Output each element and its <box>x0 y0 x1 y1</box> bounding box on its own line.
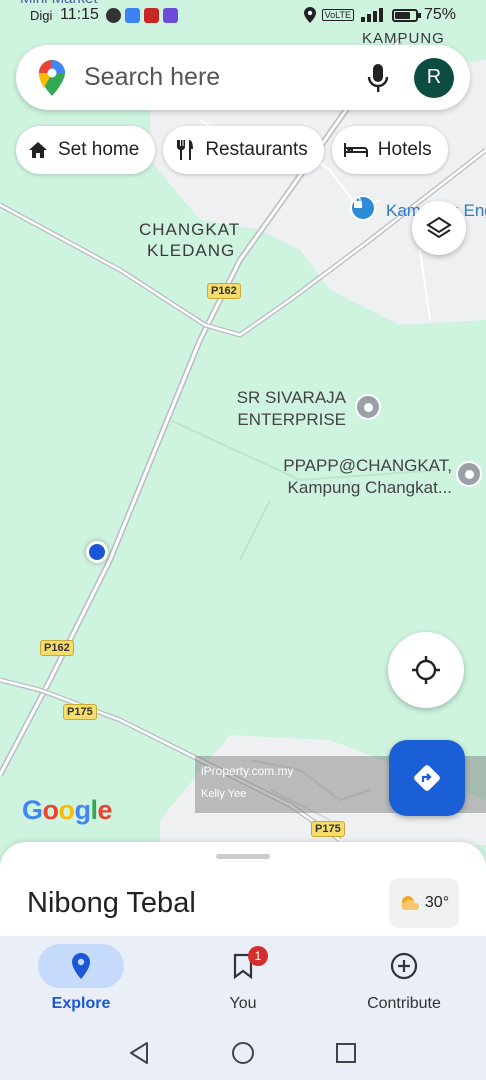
chip-restaurants[interactable]: Restaurants <box>163 126 324 174</box>
hotel-bed-icon <box>343 143 368 157</box>
place-label-changkat: CHANGKAT <box>139 220 241 239</box>
poi-pin-ppapp[interactable] <box>456 461 482 487</box>
battery-percent: 75% <box>423 6 456 23</box>
directions-icon <box>414 765 440 791</box>
microphone-icon[interactable] <box>366 63 390 93</box>
directions-button[interactable] <box>389 740 465 816</box>
layers-icon <box>426 216 452 239</box>
add-circle-icon <box>390 952 418 980</box>
battery-icon <box>391 8 421 22</box>
poi-ppapp-line2: Kampung Changkat... <box>287 478 452 497</box>
nav-explore-pill <box>38 944 124 988</box>
nav-you-pill: 1 <box>200 944 286 988</box>
restaurant-icon <box>177 140 194 160</box>
poi-sivaraja-line1: SR SIVARAJA <box>236 388 346 407</box>
recents-square-icon <box>336 1043 356 1063</box>
status-time: 11:15 <box>60 6 99 23</box>
carrier-name: Digi <box>30 8 53 23</box>
nav-contribute-pill <box>361 944 447 988</box>
my-location-button[interactable] <box>388 632 464 708</box>
poi-pin-sivaraja[interactable] <box>355 394 381 420</box>
weather-chip[interactable]: 30° <box>389 878 459 928</box>
status-right-icons: VoLTE 75% <box>303 6 456 24</box>
nav-explore[interactable]: Explore <box>1 936 161 1026</box>
chip-hotels[interactable]: Hotels <box>331 126 448 174</box>
account-avatar[interactable]: R <box>414 57 454 98</box>
system-navigation-bar <box>0 1026 486 1080</box>
search-bar[interactable]: Search here R <box>16 45 470 110</box>
home-button[interactable] <box>230 1040 256 1066</box>
place-label-kledang: KLEDANG <box>147 241 236 260</box>
place-name: Nibong Tebal <box>27 887 196 919</box>
notification-app-icon <box>144 8 159 23</box>
layers-button[interactable] <box>412 201 466 255</box>
home-circle-icon <box>232 1042 254 1064</box>
chip-set-home[interactable]: Set home <box>16 126 156 174</box>
nav-you[interactable]: 1 You <box>163 936 323 1026</box>
search-input[interactable]: Search here <box>84 63 366 92</box>
back-button[interactable] <box>126 1040 152 1066</box>
watermark-user: Kelly Yee <box>201 788 247 800</box>
nav-contribute[interactable]: Contribute <box>324 936 484 1026</box>
bottom-navigation: Explore 1 You Contribute <box>0 936 486 1026</box>
notification-icons <box>106 8 178 23</box>
notification-shield-icon <box>163 8 178 23</box>
road-shield-p175-left: P175 <box>63 704 97 720</box>
poi-label-sivaraja[interactable]: SR SIVARAJA ENTERPRISE <box>206 387 346 431</box>
poi-label-ppapp[interactable]: PPAPP@CHANGKAT, Kampung Changkat... <box>240 455 452 499</box>
road-shield-p162-bottom: P162 <box>40 640 74 656</box>
road-shield-p175-bottom: P175 <box>311 821 345 837</box>
current-location-dot <box>86 541 108 563</box>
notification-badge: 1 <box>248 946 268 966</box>
category-chips: Set home Restaurants Hotels <box>16 126 448 174</box>
poi-ppapp-line1: PPAPP@CHANGKAT, <box>283 456 452 475</box>
poi-sivaraja-line2: ENTERPRISE <box>237 410 346 429</box>
road-shield-p162-top: P162 <box>207 283 241 299</box>
crosshair-icon <box>412 656 440 684</box>
google-logo: Google <box>22 795 113 825</box>
home-icon <box>29 142 47 158</box>
status-bar: Digi 11:15 VoLTE 75% <box>0 0 486 32</box>
temperature: 30° <box>424 894 450 911</box>
partly-cloudy-icon <box>401 896 419 910</box>
watermark-brand: iProperty.com.my <box>201 764 294 778</box>
location-pin-icon <box>72 953 90 979</box>
chip-hotels-label: Hotels <box>377 139 432 160</box>
back-triangle-icon <box>130 1042 148 1064</box>
recents-button[interactable] <box>333 1040 359 1066</box>
volte-icon: VoLTE <box>321 9 354 21</box>
bottom-sheet[interactable]: Nibong Tebal 30° <box>0 842 486 936</box>
notification-mail-icon <box>125 8 140 23</box>
nav-you-label: You <box>229 995 257 1012</box>
sheet-drag-handle[interactable] <box>216 854 270 859</box>
signal-icon <box>360 8 383 22</box>
kampung-poi-pin[interactable] <box>350 195 376 221</box>
notification-m-icon <box>106 8 121 23</box>
location-icon <box>303 7 316 23</box>
maps-logo-icon <box>39 59 65 96</box>
chip-set-home-label: Set home <box>58 139 140 160</box>
bag-icon <box>354 197 362 208</box>
nav-contribute-label: Contribute <box>367 995 441 1012</box>
chip-restaurants-label: Restaurants <box>205 139 308 160</box>
nav-explore-label: Explore <box>51 995 111 1012</box>
